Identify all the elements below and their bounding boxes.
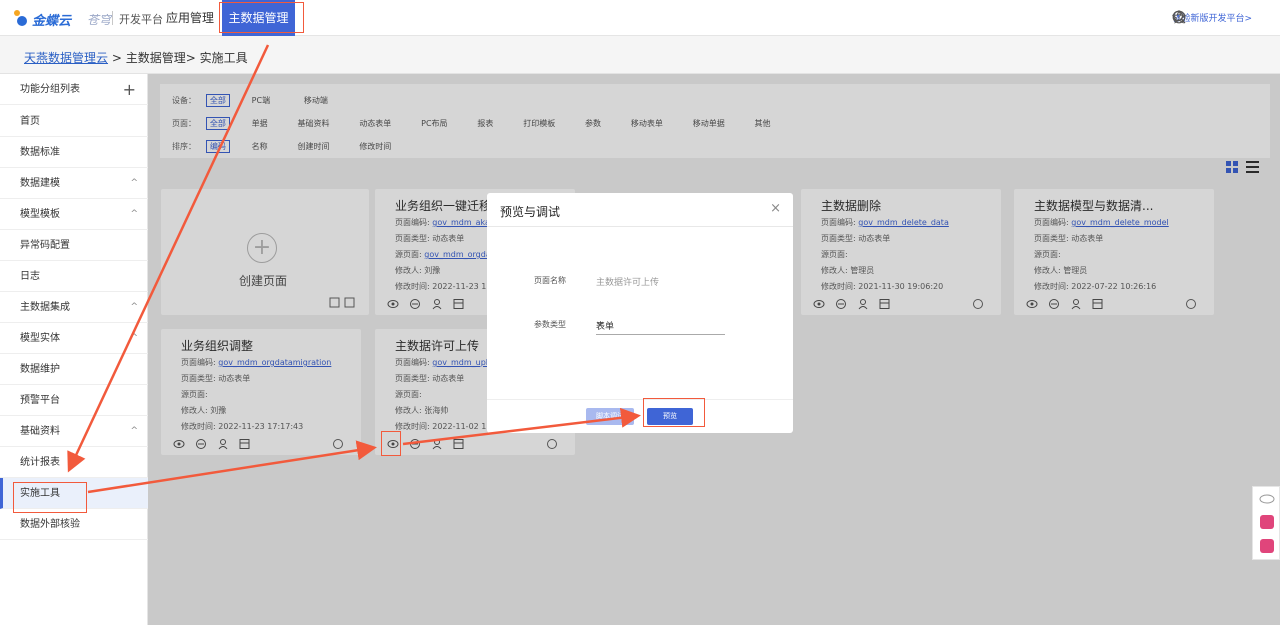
sidebar-item-label: 数据维护 — [20, 364, 60, 375]
sidebar-item-label: 日志 — [20, 271, 40, 282]
sidebar-item[interactable]: 数据标准 — [0, 137, 148, 168]
dialog-divider — [487, 226, 793, 227]
brand-dev-platform: 开发平台 — [119, 13, 163, 26]
param-type-select[interactable]: 表单 — [596, 313, 725, 335]
svg-text:?: ? — [1177, 13, 1181, 22]
breadcrumb-root[interactable]: 天燕数据管理云 — [24, 51, 108, 65]
chevron-up-icon[interactable]: ^ — [130, 323, 138, 354]
param-type-label: 参数类型 — [534, 320, 566, 329]
sidebar-item-label: 主数据集成 — [20, 302, 70, 313]
dialog-footer-divider — [487, 399, 793, 400]
breadcrumb-separator: > — [185, 51, 196, 65]
sidebar-item-label: 数据标准 — [20, 147, 60, 158]
sidebar-item-label: 首页 — [20, 116, 40, 127]
chevron-up-icon[interactable]: ^ — [130, 292, 138, 323]
annotation-box-sidebar — [13, 482, 87, 513]
sidebar-item[interactable]: 模型实体 ^ — [0, 323, 148, 354]
sidebar: 功能分组列表 + 首页 数据标准 数据建模 ^ 模型模板 ^ 异常码配置 日志 主数据集成 ^ 模型… — [0, 74, 148, 625]
help-icon[interactable]: ? — [1172, 10, 1186, 24]
annotation-box-preview-button — [643, 398, 705, 427]
brand-sub: 苍穹 — [87, 13, 112, 27]
sidebar-item[interactable]: 统计报表 — [0, 447, 148, 478]
chevron-up-icon[interactable]: ^ — [130, 199, 138, 230]
sidebar-item[interactable]: 首页 — [0, 106, 148, 137]
floating-toolbar-icons — [1259, 494, 1275, 553]
logo-icon — [14, 10, 27, 26]
sidebar-item[interactable]: 基础资料 ^ — [0, 416, 148, 447]
top-right-tools: ? 体验新版开发平台> — [1172, 10, 1252, 26]
sidebar-item[interactable]: 数据外部核验 — [0, 509, 148, 540]
breadcrumb-mid[interactable]: 主数据管理 — [126, 51, 186, 65]
cloud-icon[interactable] — [1259, 494, 1275, 504]
assistant-icon[interactable] — [1260, 539, 1274, 553]
sidebar-item-label: 数据外部核验 — [20, 519, 80, 530]
sidebar-item[interactable]: 模型模板 ^ — [0, 199, 148, 230]
sidebar-item-label: 数据建模 — [20, 178, 60, 189]
nav-app-management[interactable]: 应用管理 — [166, 0, 214, 36]
sidebar-item-label: 预警平台 — [20, 395, 60, 406]
dialog-title: 预览与调试 — [500, 205, 561, 219]
close-icon[interactable]: × — [770, 201, 781, 216]
brand-name: 金蝶云 — [32, 14, 72, 29]
sidebar-item[interactable]: 异常码配置 — [0, 230, 148, 261]
chevron-down-icon — [596, 321, 604, 326]
sidebar-header-label: 功能分组列表 — [20, 84, 80, 95]
page-name-label: 页面名称 — [534, 276, 566, 285]
add-group-button[interactable]: + — [123, 74, 136, 105]
sidebar-item[interactable]: 日志 — [0, 261, 148, 292]
sidebar-item-label: 统计报表 — [20, 457, 60, 468]
annotation-box-nav — [219, 2, 304, 33]
breadcrumb-separator: > — [111, 51, 122, 65]
breadcrumb: 天燕数据管理云 > 主数据管理> 实施工具 — [24, 49, 248, 66]
sidebar-header: 功能分组列表 + — [0, 74, 148, 105]
sidebar-item[interactable]: 主数据集成 ^ — [0, 292, 148, 323]
sidebar-item-label: 异常码配置 — [20, 240, 70, 251]
script-debug-button[interactable]: 脚本调试 — [586, 408, 634, 425]
sidebar-item[interactable]: 预警平台 — [0, 385, 148, 416]
sidebar-item[interactable]: 数据维护 — [0, 354, 148, 385]
sidebar-item-label: 模型实体 — [20, 333, 60, 344]
preview-debug-dialog: 预览与调试 × 页面名称 主数据许可上传 参数类型 表单 脚本调试 预览 — [487, 193, 793, 433]
sidebar-item-label: 模型模板 — [20, 209, 60, 220]
brand-divider — [112, 11, 113, 25]
breadcrumb-current: 实施工具 — [199, 51, 248, 65]
floating-toolbar — [1252, 486, 1280, 560]
chevron-up-icon[interactable]: ^ — [130, 416, 138, 447]
chevron-up-icon[interactable]: ^ — [130, 168, 138, 199]
sidebar-item-label: 基础资料 — [20, 426, 60, 437]
sidebar-item[interactable]: 数据建模 ^ — [0, 168, 148, 199]
page-name-value: 主数据许可上传 — [596, 278, 660, 288]
annotation-box-preview-icon — [381, 431, 401, 456]
app-icon[interactable] — [1260, 515, 1274, 529]
